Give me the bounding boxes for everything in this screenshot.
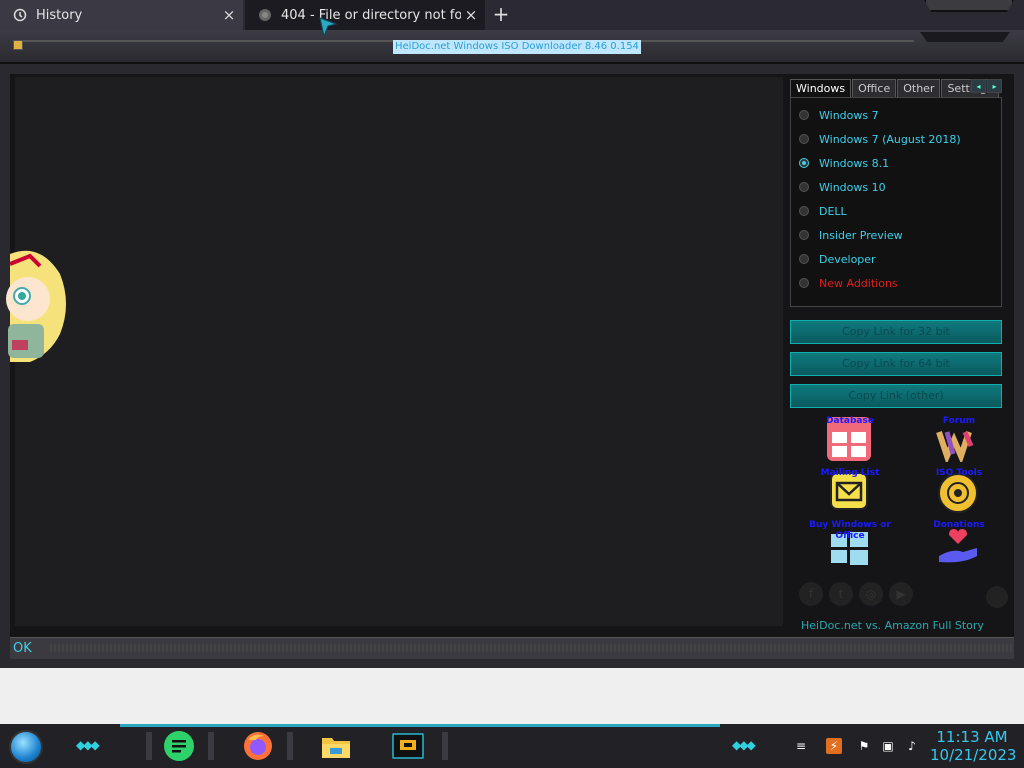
radio-windows-7[interactable]: Windows 7 (799, 106, 879, 124)
radio-label: Insider Preview (819, 228, 903, 242)
radio-insider-preview[interactable]: Insider Preview (799, 226, 903, 244)
tab-scroll-right-icon[interactable]: ▸ (987, 79, 1002, 93)
tile-label: Donations (933, 520, 985, 530)
tile-label: Database (826, 416, 874, 426)
facebook-icon[interactable]: f (799, 582, 823, 606)
media-icon[interactable] (392, 730, 424, 762)
taskbar-accent-line (120, 724, 720, 727)
copy-link-64bit-button[interactable]: Copy Link for 64 bit (790, 352, 1002, 376)
volume-icon[interactable]: ♪ (904, 738, 920, 754)
radio-dot[interactable] (799, 182, 809, 192)
new-tab-button[interactable]: + (489, 3, 513, 27)
radio-label: New Additions (819, 276, 898, 290)
action-center-flag-icon[interactable]: ⚑ (856, 738, 872, 754)
firefox-icon[interactable] (242, 730, 274, 762)
tray-app-icon[interactable]: ⚡ (826, 738, 842, 754)
radio-dot[interactable] (799, 110, 809, 120)
tab-404[interactable]: 404 - File or directory not found. × (245, 0, 485, 30)
radio-windows-7-august-2018[interactable]: Windows 7 (August 2018) (799, 130, 961, 148)
radio-dot[interactable] (799, 206, 809, 216)
twitter-icon[interactable]: t (829, 582, 853, 606)
radio-dot[interactable] (799, 230, 809, 240)
radio-label: DELL (819, 204, 847, 218)
status-text: OK (13, 641, 32, 656)
heidoc-vs-amazon-link[interactable]: HeiDoc.net vs. Amazon Full Story (801, 619, 984, 632)
instagram-icon[interactable]: ◎ (859, 582, 883, 606)
tab-history[interactable]: History × (0, 0, 243, 30)
tab-office[interactable]: Office (852, 79, 897, 97)
tile-label: Mailing List (820, 468, 880, 478)
tab-other[interactable]: Other (897, 79, 941, 97)
database-tile[interactable]: Database (800, 416, 900, 466)
copy-link-other-button[interactable]: Copy Link (other) (790, 384, 1002, 408)
file-explorer-icon[interactable] (320, 730, 352, 762)
product-list: Windows 7 Windows 7 (August 2018) Window… (790, 97, 1002, 307)
status-stripe (50, 644, 1014, 652)
network-icon[interactable]: ▣ (880, 738, 896, 754)
notes-icon[interactable] (163, 730, 195, 762)
tab-close-button[interactable]: × (219, 6, 239, 24)
window-title: HeiDoc.net Windows ISO Downloader 8.46 0… (393, 40, 641, 54)
radio-dot-selected[interactable] (799, 158, 809, 168)
chrome-decoration (920, 32, 1010, 42)
social-links: f t ◎ ▶ (799, 582, 913, 606)
radio-dot[interactable] (799, 278, 809, 288)
mouse-cursor-icon (319, 17, 338, 38)
tab-scroll-left-icon[interactable]: ◂ (971, 79, 986, 93)
clock-date: 10/21/2023 (930, 746, 1017, 764)
radio-label: Windows 7 (819, 108, 879, 122)
tile-label: Forum (942, 416, 976, 426)
tab-close-button[interactable]: × (461, 6, 481, 24)
clock-time: 11:13 AM (936, 728, 1008, 746)
app-content: Windows Office Other Settings ◂ ▸ Window… (6, 74, 1014, 638)
tab-title: 404 - File or directory not found. (281, 7, 461, 23)
copy-link-32bit-button[interactable]: Copy Link for 32 bit (790, 320, 1002, 344)
taskbar-decoration: ◆◆◆ (732, 738, 756, 752)
content-pane (15, 77, 783, 626)
taskbar-separator (146, 732, 152, 760)
radio-windows-8-1[interactable]: Windows 8.1 (799, 154, 889, 172)
radio-label: Windows 10 (819, 180, 886, 194)
mailing-list-tile[interactable]: Mailing List (800, 468, 900, 518)
radio-label: Windows 7 (August 2018) (819, 132, 961, 146)
radio-developer[interactable]: Developer (799, 250, 876, 268)
taskbar-separator (287, 732, 293, 760)
taskbar-decoration: ◆◆◆ (76, 738, 100, 752)
history-icon (12, 7, 28, 23)
tab-scroll-buttons: ◂ ▸ (970, 79, 1002, 93)
youtube-icon[interactable]: ▶ (889, 582, 913, 606)
buy-windows-office-tile[interactable]: Buy Windows or Office (800, 520, 900, 570)
status-bar: OK (10, 637, 1014, 659)
radio-new-additions[interactable]: New Additions (799, 274, 898, 292)
clock[interactable]: 11:13 AM 10/21/2023 (930, 728, 1017, 764)
tab-title: History (36, 7, 83, 23)
tile-label: Buy Windows or Office (809, 520, 891, 541)
mascot-character-icon (6, 250, 66, 362)
browser-tab-strip: History × 404 - File or directory not fo… (0, 0, 1024, 30)
donations-tile[interactable]: Donations (909, 520, 1009, 570)
iso-tools-tile[interactable]: ISO Tools (909, 468, 1009, 518)
frame-decoration (924, 0, 1014, 12)
start-button[interactable] (9, 730, 43, 764)
forum-tile[interactable]: Forum (909, 416, 1009, 466)
product-panel: Windows Office Other Settings ◂ ▸ Window… (790, 74, 1014, 638)
app-window: Windows Office Other Settings ◂ ▸ Window… (0, 64, 1024, 668)
tile-label: ISO Tools (935, 468, 983, 478)
radio-dell[interactable]: DELL (799, 202, 847, 220)
show-hidden-icons-icon[interactable]: ≡ (793, 738, 809, 754)
radio-windows-10[interactable]: Windows 10 (799, 178, 886, 196)
taskbar: ◆◆◆ ◆◆◆ ≡ ⚡ ⚑ ▣ ♪ 11:13 AM 10/21/2023 (0, 724, 1024, 768)
radio-label: Developer (819, 252, 876, 266)
info-icon[interactable] (986, 586, 1008, 608)
tab-windows[interactable]: Windows (790, 79, 852, 97)
radio-label: Windows 8.1 (819, 156, 890, 170)
radio-dot[interactable] (799, 254, 809, 264)
taskbar-separator (442, 732, 448, 760)
taskbar-separator (208, 732, 214, 760)
app-icon[interactable] (13, 40, 23, 50)
radio-dot[interactable] (799, 134, 809, 144)
globe-icon (257, 7, 273, 23)
